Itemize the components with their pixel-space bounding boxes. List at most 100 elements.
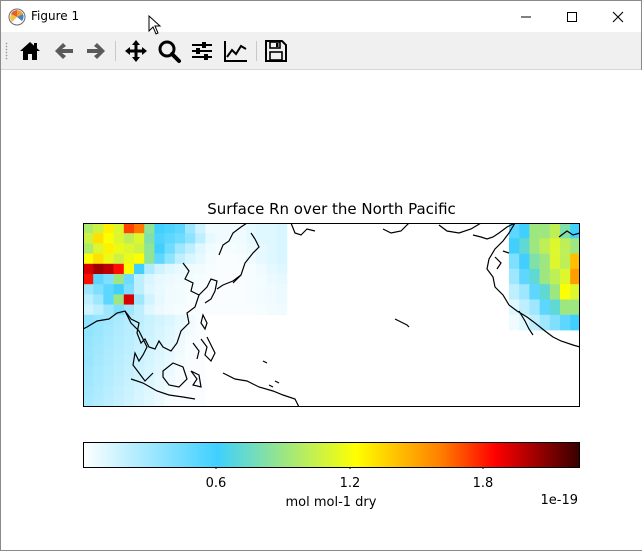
heatmap-cell bbox=[154, 233, 165, 244]
heatmap-cell bbox=[539, 253, 551, 270]
heatmap-cell bbox=[83, 294, 94, 305]
heatmap-cell bbox=[93, 284, 104, 295]
coastline-new-guinea bbox=[222, 372, 300, 407]
heatmap-cell bbox=[529, 284, 540, 300]
heatmap-cell bbox=[83, 233, 94, 244]
heatmap-cell bbox=[123, 335, 135, 346]
heatmap-cell bbox=[266, 233, 278, 244]
heatmap-cell bbox=[195, 274, 206, 285]
heatmap-cell bbox=[93, 233, 104, 244]
heatmap-cell bbox=[113, 365, 125, 377]
heatmap-cell bbox=[164, 355, 176, 367]
heatmap-cell bbox=[529, 299, 540, 316]
heatmap-cell bbox=[519, 238, 530, 254]
heatmap-cell bbox=[509, 238, 520, 254]
heatmap-cell bbox=[509, 299, 520, 316]
heatmap-cell bbox=[103, 386, 114, 397]
heatmap-cell bbox=[185, 243, 196, 254]
heatmap-cell bbox=[276, 243, 288, 254]
heatmap-cell bbox=[185, 325, 196, 336]
heatmap-cell bbox=[560, 268, 571, 285]
heatmap-cell bbox=[215, 233, 227, 244]
heatmap-cell bbox=[529, 253, 540, 270]
heatmap-cell bbox=[113, 376, 125, 387]
zoom-button[interactable] bbox=[156, 38, 182, 64]
heatmap-cell bbox=[276, 304, 288, 316]
forward-button[interactable] bbox=[83, 38, 109, 64]
heatmap-cell bbox=[195, 304, 206, 316]
heatmap-cell bbox=[123, 376, 135, 387]
configure-subplots-button[interactable] bbox=[189, 38, 215, 64]
toolbar-separator bbox=[256, 41, 257, 61]
heatmap-cell bbox=[256, 263, 267, 275]
heatmap-cell bbox=[549, 299, 561, 316]
heatmap-cell bbox=[134, 284, 145, 295]
heatmap-cell bbox=[113, 355, 125, 367]
heatmap-cell bbox=[266, 263, 278, 275]
coastline-alaska bbox=[382, 223, 516, 240]
heatmap-cell bbox=[164, 274, 176, 285]
heatmap-cell bbox=[83, 386, 94, 397]
toolbar-grip[interactable] bbox=[5, 42, 8, 60]
heatmap-cell bbox=[154, 325, 165, 336]
heatmap-cell bbox=[113, 325, 125, 336]
heatmap-cell bbox=[93, 396, 104, 407]
heatmap-cell bbox=[154, 243, 165, 254]
map-axes[interactable] bbox=[83, 223, 580, 407]
heatmap-cell bbox=[83, 355, 94, 367]
figure-canvas[interactable]: Surface Rn over the North Pacific 0.6 1.… bbox=[2, 70, 642, 550]
home-button[interactable] bbox=[17, 38, 43, 64]
heatmap-cell bbox=[276, 274, 288, 285]
heatmap-cell bbox=[560, 284, 571, 300]
heatmap-cell bbox=[174, 294, 186, 305]
matplotlib-app-icon bbox=[8, 8, 26, 26]
back-button[interactable] bbox=[51, 38, 77, 64]
heatmap-cell bbox=[103, 263, 114, 275]
heatmap-cell bbox=[164, 325, 176, 336]
heatmap-cell bbox=[93, 386, 104, 397]
edit-axis-icon bbox=[224, 41, 247, 62]
heatmap-cell bbox=[195, 243, 206, 254]
heatmap-cell bbox=[83, 396, 94, 407]
heatmap-cell bbox=[256, 274, 267, 285]
heatmap-cell bbox=[256, 304, 267, 316]
heatmap-cell bbox=[246, 304, 257, 316]
save-button[interactable] bbox=[263, 38, 289, 64]
heatmap-cell bbox=[174, 376, 186, 387]
heatmap-cell bbox=[549, 284, 561, 300]
maximize-button[interactable] bbox=[549, 1, 595, 32]
heatmap-cell bbox=[93, 263, 104, 275]
heatmap-cell bbox=[123, 263, 135, 275]
heatmap-cell bbox=[103, 396, 114, 407]
heatmap-cell bbox=[103, 365, 114, 377]
heatmap-cell bbox=[185, 386, 196, 397]
heatmap-cell bbox=[154, 253, 165, 265]
heatmap-cell bbox=[164, 335, 176, 346]
heatmap-cell bbox=[113, 304, 125, 316]
heatmap-cell bbox=[549, 314, 561, 331]
edit-axis-button[interactable] bbox=[223, 38, 249, 64]
heatmap-cell bbox=[113, 274, 125, 285]
colorbar bbox=[83, 442, 580, 469]
heatmap-cells bbox=[83, 223, 580, 407]
pan-button[interactable] bbox=[123, 38, 149, 64]
heatmap-cell bbox=[144, 304, 155, 316]
close-button[interactable] bbox=[595, 1, 641, 32]
heatmap-cell bbox=[83, 263, 94, 275]
heatmap-cell bbox=[195, 365, 206, 377]
heatmap-cell bbox=[236, 304, 247, 316]
title-bar[interactable]: Figure 1 bbox=[1, 1, 641, 32]
heatmap-cell bbox=[113, 263, 125, 275]
heatmap-cell bbox=[236, 243, 247, 254]
heatmap-cell bbox=[144, 233, 155, 244]
heatmap-cell bbox=[570, 284, 580, 300]
heatmap-cell bbox=[236, 233, 247, 244]
configure-subplots-icon bbox=[192, 42, 212, 60]
heatmap-cell bbox=[256, 253, 267, 265]
heatmap-cell bbox=[123, 386, 135, 397]
minimize-button[interactable] bbox=[503, 1, 549, 32]
heatmap-cell bbox=[103, 253, 114, 265]
coastline-vancouver bbox=[494, 250, 510, 270]
heatmap-cell bbox=[164, 396, 176, 407]
colorbar-gradient bbox=[83, 442, 580, 468]
